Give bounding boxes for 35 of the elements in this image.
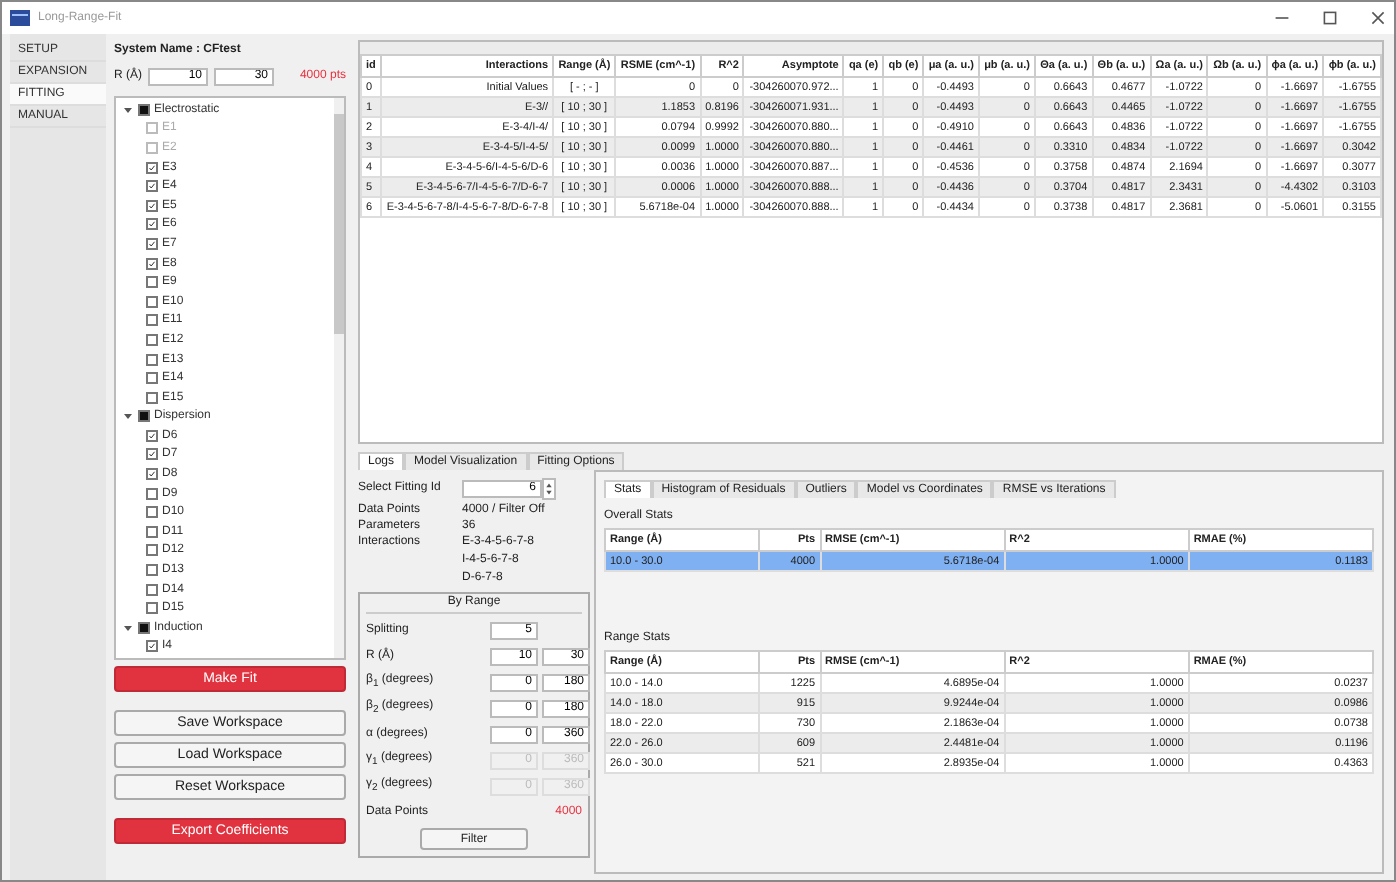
checkbox[interactable] [146, 564, 158, 577]
app-icon [10, 10, 30, 26]
checkbox[interactable] [146, 391, 158, 404]
maximize-icon[interactable] [1322, 10, 1338, 26]
checkbox[interactable] [146, 487, 158, 500]
checkbox[interactable] [146, 276, 158, 289]
checkbox[interactable] [138, 103, 150, 116]
checkbox[interactable] [146, 180, 158, 193]
caret-icon[interactable] [122, 621, 134, 634]
checkbox[interactable] [146, 295, 158, 308]
checkbox[interactable] [146, 544, 158, 557]
close-icon[interactable] [1370, 10, 1386, 26]
checkbox[interactable] [146, 468, 158, 481]
checkbox[interactable] [138, 410, 150, 423]
checkbox[interactable] [146, 314, 158, 327]
checkbox[interactable] [146, 602, 158, 615]
checkbox[interactable] [138, 621, 150, 634]
checkbox[interactable] [146, 372, 158, 385]
checkbox[interactable] [146, 237, 158, 250]
checkbox[interactable] [146, 506, 158, 519]
checkbox[interactable] [146, 525, 158, 538]
checkbox[interactable] [146, 640, 158, 653]
spin-arrows-icon[interactable] [542, 477, 556, 499]
checkbox[interactable] [146, 199, 158, 212]
checkbox[interactable] [146, 583, 158, 596]
checkbox[interactable] [146, 429, 158, 442]
caret-icon[interactable] [122, 410, 134, 423]
checkbox[interactable] [146, 448, 158, 461]
checkbox[interactable] [146, 161, 158, 174]
caret-icon[interactable] [122, 103, 134, 116]
checkbox[interactable] [146, 333, 158, 346]
checkbox[interactable] [146, 353, 158, 366]
checkbox[interactable] [146, 218, 158, 231]
scrollbar[interactable] [334, 98, 344, 658]
checkbox[interactable] [146, 257, 158, 270]
